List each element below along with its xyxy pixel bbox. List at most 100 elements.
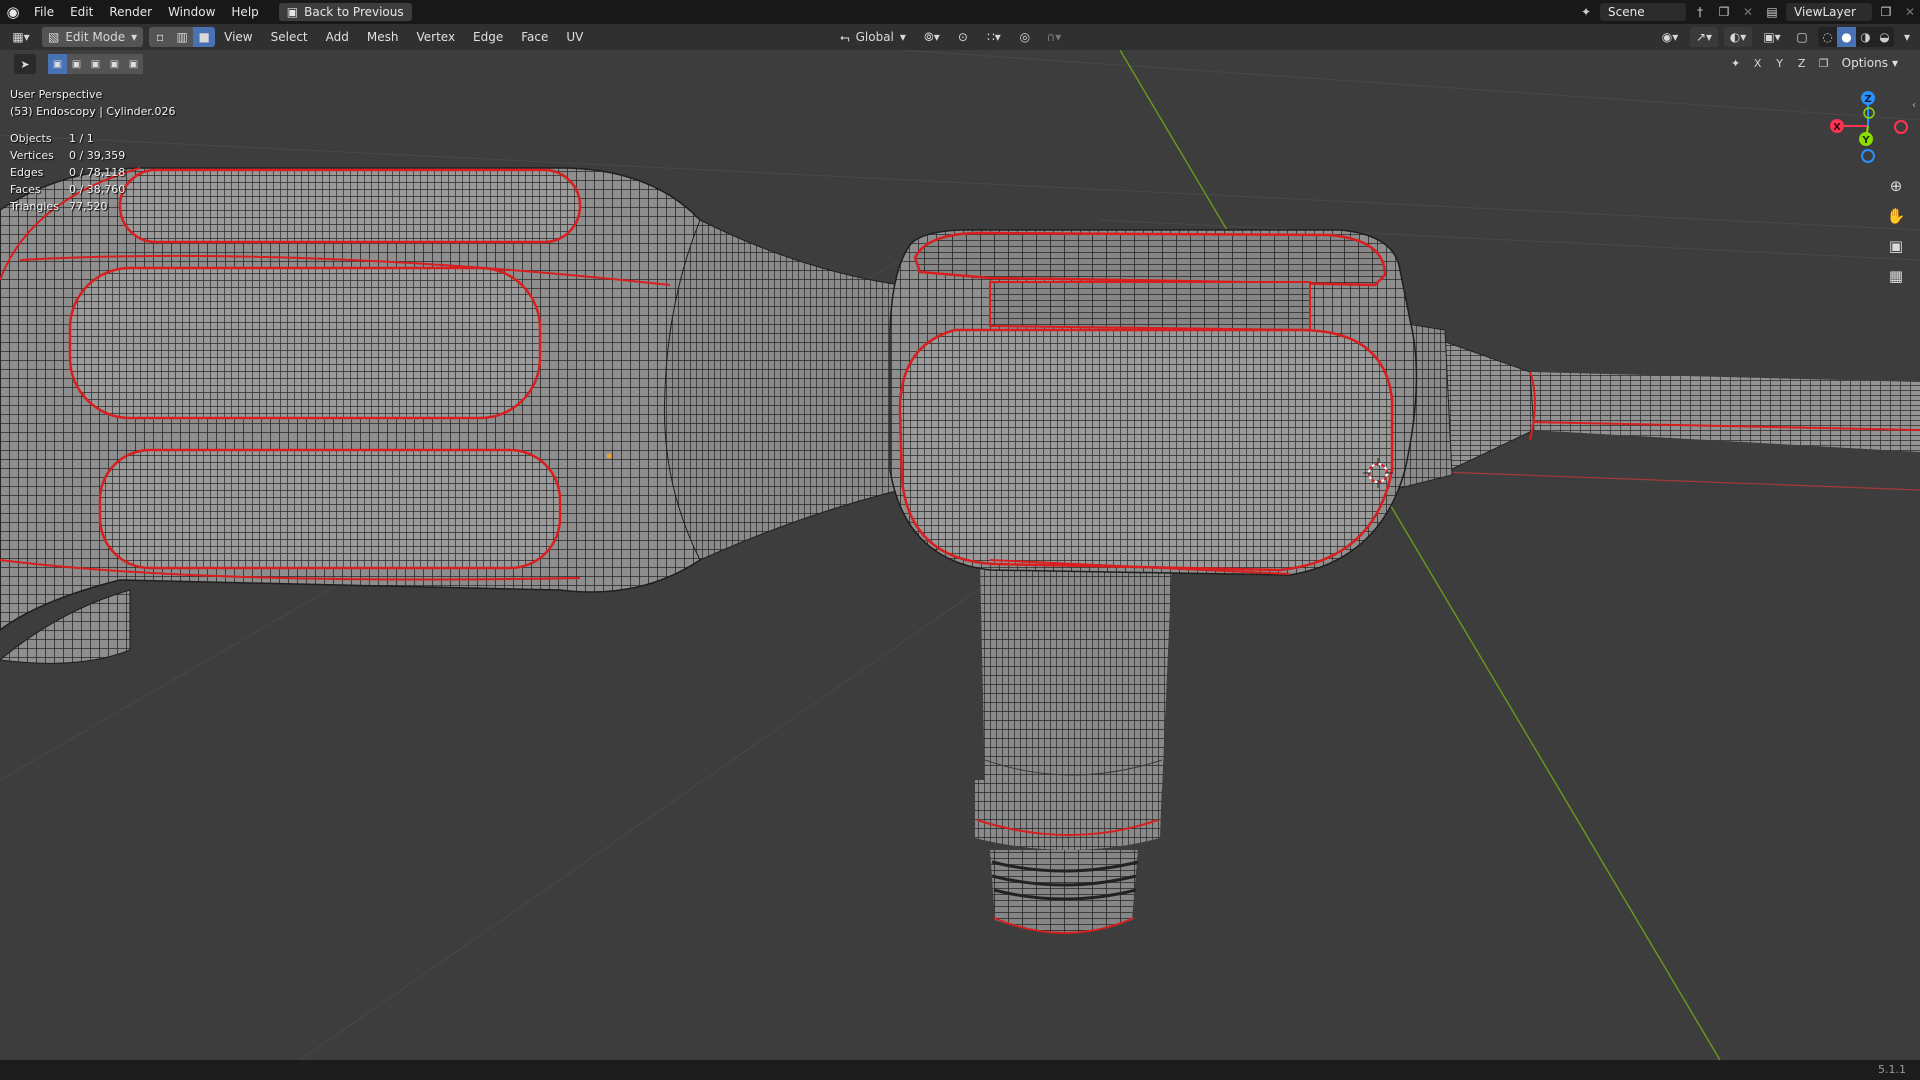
scene-field[interactable]: Scene <box>1600 3 1686 21</box>
stat-value: 77,520 <box>69 200 108 213</box>
orientation-icon: ⮢ <box>840 29 850 44</box>
viewlayer-icon[interactable]: ▤ <box>1762 3 1782 21</box>
menu-file[interactable]: File <box>26 0 62 24</box>
object-info: (53) Endoscopy | Cylinder.026 <box>10 105 176 118</box>
mirror-icon[interactable]: ✦ <box>1728 54 1744 72</box>
object-origin-dot <box>606 453 612 459</box>
stat-row: Vertices 0 / 39,359 <box>10 147 125 164</box>
scene-icon[interactable]: ✦ <box>1576 3 1596 21</box>
viewport-info: User Perspective (53) Endoscopy | Cylind… <box>10 86 175 120</box>
menu-uv[interactable]: UV <box>557 24 592 50</box>
camera-view-icon[interactable]: ▣ <box>1884 234 1908 258</box>
scene-render <box>0 50 1920 1060</box>
back-to-previous-button[interactable]: ▣ Back to Previous <box>278 3 412 21</box>
menu-window[interactable]: Window <box>160 0 223 24</box>
delete-viewlayer-icon[interactable]: ✕ <box>1900 3 1920 21</box>
stat-row: Objects 1 / 1 <box>10 130 125 147</box>
orientation-dropdown[interactable]: ⮢ Global ▾ <box>836 27 910 47</box>
select-extend-icon[interactable]: ▣ <box>67 54 86 74</box>
stat-label: Faces <box>10 183 41 196</box>
3d-viewport[interactable] <box>0 50 1920 1060</box>
slot-bottom <box>98 448 562 570</box>
menu-help[interactable]: Help <box>223 0 266 24</box>
mesh-edit-overlay-icon[interactable]: ▣▾ <box>1758 27 1786 47</box>
editor-type-icon[interactable]: ▦▾ <box>6 27 36 47</box>
face-select-icon[interactable]: ■ <box>193 27 216 47</box>
back-to-previous-label: Back to Previous <box>304 5 404 19</box>
xray-toggle-icon[interactable]: ▢ <box>1792 27 1812 47</box>
menu-render[interactable]: Render <box>101 0 160 24</box>
mode-label: Edit Mode <box>65 30 126 44</box>
stat-value: 0 / 38,760 <box>69 183 126 196</box>
axis-x-toggle[interactable]: X <box>1750 54 1766 72</box>
pivot-icon[interactable]: ⦾▾ <box>918 27 946 47</box>
head-front-panel <box>898 328 1394 572</box>
snap-target-icon[interactable]: ∷▾ <box>980 27 1008 47</box>
delete-scene-icon[interactable]: ✕ <box>1738 3 1758 21</box>
orientation-label: Global <box>855 30 894 44</box>
menu-edge[interactable]: Edge <box>464 24 512 50</box>
select-subtract-icon[interactable]: ▣ <box>86 54 105 74</box>
menu-face[interactable]: Face <box>512 24 557 50</box>
wireframe-shading-icon[interactable]: ◌ <box>1818 27 1837 47</box>
sidebar-toggle-chevron-icon[interactable]: ‹ <box>1912 100 1916 111</box>
auto-merge-icon[interactable]: ❐ <box>1816 54 1832 72</box>
select-new-icon[interactable]: ▣ <box>48 54 67 74</box>
menu-vertex[interactable]: Vertex <box>407 24 464 50</box>
blender-logo-icon[interactable]: ◉ <box>0 0 26 24</box>
edge-select-icon[interactable]: ▥ <box>171 27 194 47</box>
select-tool-icon[interactable]: ➤ <box>14 54 36 74</box>
menu-add[interactable]: Add <box>317 24 358 50</box>
axis-y-toggle[interactable]: Y <box>1772 54 1788 72</box>
mode-dropdown[interactable]: ▧ Edit Mode ▾ <box>42 27 144 47</box>
stat-row: Faces 0 / 38,760 <box>10 181 125 198</box>
chevron-down-icon: ▾ <box>899 30 906 44</box>
visibility-icon[interactable]: ◉▾ <box>1656 27 1684 47</box>
slot-top <box>118 168 582 244</box>
axis-z-toggle[interactable]: Z <box>1794 54 1810 72</box>
stat-label: Triangles <box>10 200 59 213</box>
menu-select[interactable]: Select <box>262 24 317 50</box>
gizmo-x-label: X <box>1833 122 1841 133</box>
gizmo-toggle-icon[interactable]: ↗▾ <box>1690 27 1718 47</box>
perspective-toggle-icon[interactable]: ▦ <box>1884 264 1908 288</box>
gizmo-neg-x-handle[interactable] <box>1894 120 1908 134</box>
mesh-handle-body <box>0 167 901 664</box>
scene-label: Scene <box>1608 5 1645 19</box>
stat-row: Edges 0 / 78,118 <box>10 164 125 181</box>
new-viewlayer-icon[interactable]: ❐ <box>1876 3 1896 21</box>
material-shading-icon[interactable]: ◑ <box>1856 27 1875 47</box>
shading-options-chevron-icon[interactable]: ▾ <box>1900 27 1914 47</box>
tool-row: ➤ ▣ ▣ ▣ ▣ ▣ <box>14 54 143 74</box>
zoom-icon[interactable]: ⊕ <box>1884 174 1908 198</box>
pin-icon[interactable]: † <box>1690 3 1710 21</box>
snap-toggle-icon[interactable]: ⊙ <box>954 27 972 47</box>
rendered-shading-icon[interactable]: ◒ <box>1875 27 1894 47</box>
select-invert-icon[interactable]: ▣ <box>105 54 124 74</box>
slot-middle <box>68 266 542 420</box>
gizmo-neg-z-handle[interactable] <box>1861 149 1875 163</box>
options-dropdown[interactable]: Options ▾ <box>1838 56 1902 70</box>
menu-view[interactable]: View <box>215 24 261 50</box>
menu-mesh[interactable]: Mesh <box>358 24 408 50</box>
new-scene-icon[interactable]: ❐ <box>1714 3 1734 21</box>
mesh-thin-tube <box>1394 321 1920 489</box>
stat-value: 0 / 39,359 <box>69 149 126 162</box>
pan-hand-icon[interactable]: ✋ <box>1884 204 1908 228</box>
overlay-toggle-icon[interactable]: ◐▾ <box>1724 27 1752 47</box>
vertex-select-icon[interactable]: ▫ <box>149 27 172 47</box>
proportional-edit-icon[interactable]: ◎ <box>1016 27 1034 47</box>
top-bar: ◉ File Edit Render Window Help ▣ Back to… <box>0 0 1920 24</box>
falloff-icon[interactable]: ∩▾ <box>1042 27 1066 47</box>
stat-label: Edges <box>10 166 44 179</box>
mesh-statistics: Objects 1 / 1 Vertices 0 / 39,359 Edges … <box>10 130 125 215</box>
navigation-gizmo[interactable]: Z X Y <box>1820 84 1920 170</box>
select-intersect-icon[interactable]: ▣ <box>124 54 143 74</box>
stat-value: 0 / 78,118 <box>69 166 126 179</box>
mesh-head-block <box>889 229 1418 576</box>
menu-edit[interactable]: Edit <box>62 0 101 24</box>
solid-shading-icon[interactable]: ● <box>1837 27 1856 47</box>
stat-row: Triangles 77,520 <box>10 198 125 215</box>
transform-tools: ⮢ Global ▾ ⦾▾ ⊙ ∷▾ ◎ ∩▾ <box>836 27 1066 47</box>
viewlayer-field[interactable]: ViewLayer <box>1786 3 1872 21</box>
